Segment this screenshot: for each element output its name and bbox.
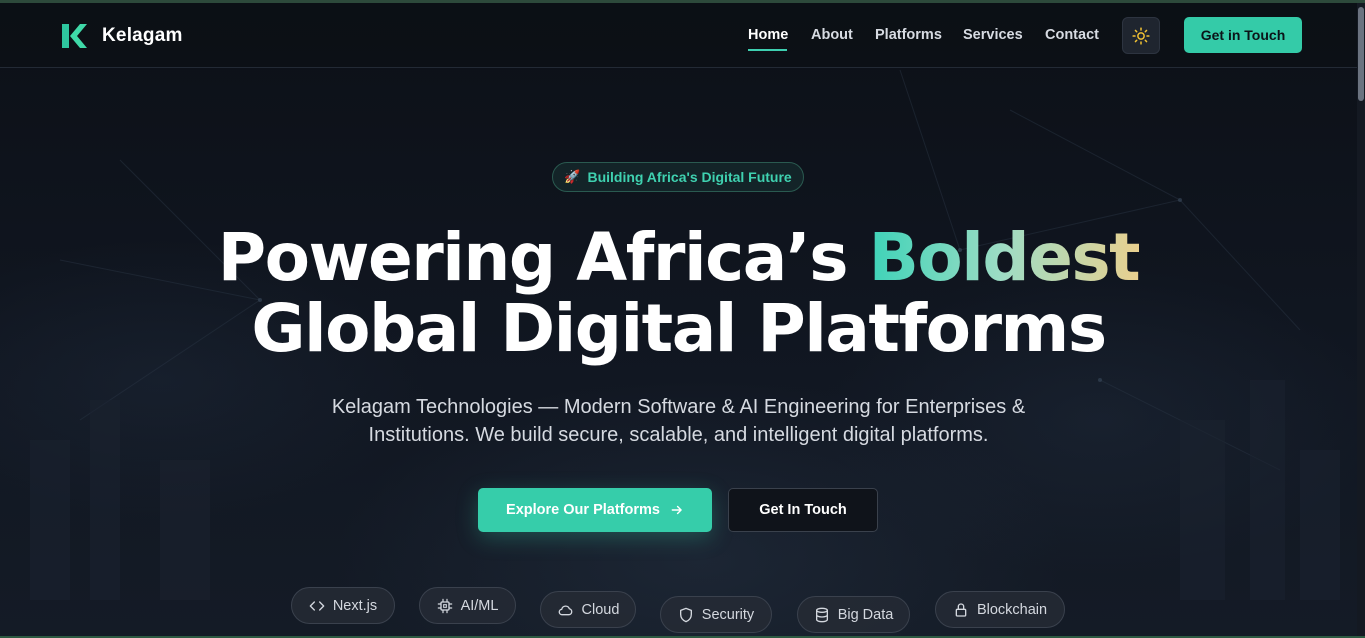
chip-label: Cloud [581,601,620,618]
chip-label: Big Data [837,606,894,623]
code-icon [309,600,325,611]
cpu-icon [437,598,452,613]
chip-nextjs[interactable]: Next.js [291,587,395,624]
chip-label: Security [701,606,755,623]
explore-platforms-label: Explore Our Platforms [506,502,660,518]
get-in-touch-hero-button[interactable]: Get In Touch [728,488,878,532]
cloud-icon [558,604,572,615]
nav-active-indicator [748,49,787,51]
headline-line2: Global Digital Platforms [251,290,1107,367]
chip-blockchain[interactable]: Blockchain [935,591,1065,628]
chip-label: Blockchain [976,601,1048,618]
headline-highlight: Boldest [868,219,1141,296]
page-scrollbar[interactable] [1357,3,1365,636]
chip-big-data[interactable]: Big Data [797,596,910,633]
get-in-touch-header-button[interactable]: Get in Touch [1184,17,1302,53]
kelagam-logo-icon [62,24,87,48]
rocket-icon: 🚀 [564,169,581,184]
chip-cloud[interactable]: Cloud [540,591,636,628]
shield-icon [679,607,692,622]
database-icon [815,607,828,622]
site-header: Kelagam Home About Platforms Services Co… [0,3,1357,68]
headline-line1-prefix: Powering Africa’s [217,219,869,296]
sun-icon [1132,26,1150,45]
hero-badge-text: Building Africa's Digital Future [587,169,792,185]
logo[interactable]: Kelagam [61,22,183,50]
nav-platforms[interactable]: Platforms [875,27,942,43]
nav-home[interactable]: Home [748,27,788,43]
nav-services[interactable]: Services [963,27,1023,43]
theme-toggle-button[interactable] [1122,17,1160,54]
chip-label: AI/ML [460,597,499,614]
scrollbar-thumb[interactable] [1358,7,1364,101]
hero-headline: Powering Africa’s Boldest Global Digital… [0,222,1357,364]
nav-contact[interactable]: Contact [1045,27,1099,43]
nav-about[interactable]: About [811,27,853,43]
lock-icon [955,602,967,617]
brand-name: Kelagam [102,25,183,46]
chip-security[interactable]: Security [660,596,772,633]
arrow-right-icon [671,505,682,515]
hero-badge: 🚀 Building Africa's Digital Future [552,162,804,192]
hero-subtitle: Kelagam Technologies — Modern Software &… [331,396,1026,446]
chip-label: Next.js [332,597,378,614]
chip-aiml[interactable]: AI/ML [419,587,516,624]
explore-platforms-button[interactable]: Explore Our Platforms [478,488,712,532]
